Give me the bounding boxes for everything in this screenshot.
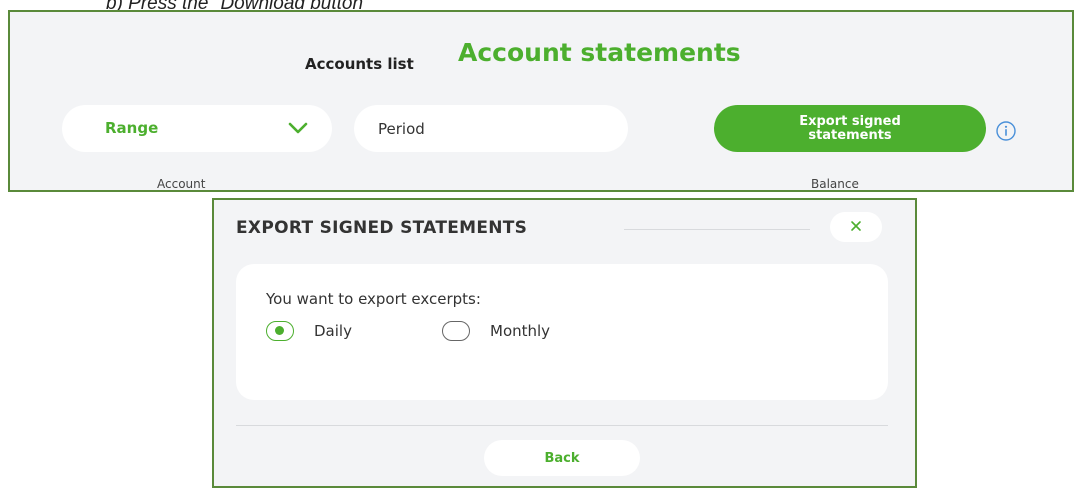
export-signed-statements-dialog: EXPORT SIGNED STATEMENTS You want to exp… [212, 198, 917, 488]
radio-option-monthly[interactable]: Monthly [442, 318, 550, 344]
tab-accounts-list[interactable]: Accounts list [305, 55, 414, 73]
radio-option-label: Monthly [490, 322, 551, 340]
radio-option-label: Daily [314, 322, 352, 340]
export-question: You want to export excerpts: [266, 290, 481, 308]
close-icon [849, 219, 863, 236]
export-options-card: You want to export excerpts: Daily Month… [236, 264, 888, 400]
export-signed-statements-button[interactable]: Export signed statements [714, 105, 986, 152]
tab-account-statements[interactable]: Account statements [458, 38, 741, 67]
back-button[interactable]: Back [484, 440, 640, 476]
column-header-balance: Balance [811, 177, 859, 191]
title-divider [624, 229, 810, 230]
range-dropdown-label: Range [105, 119, 159, 137]
radio-option-daily[interactable]: Daily [266, 318, 352, 344]
info-icon[interactable] [995, 120, 1017, 142]
period-field[interactable] [354, 105, 628, 152]
radio-unselected-icon[interactable] [442, 321, 470, 341]
radio-selected-icon[interactable] [266, 321, 294, 341]
range-dropdown[interactable]: Range [62, 105, 332, 152]
footer-divider [236, 425, 888, 426]
period-input[interactable] [376, 116, 610, 142]
statements-panel: Accounts list Account statements Range E… [8, 10, 1074, 192]
column-header-account: Account [157, 177, 206, 191]
close-button[interactable] [830, 212, 882, 242]
chevron-down-icon [286, 116, 310, 140]
dialog-title: EXPORT SIGNED STATEMENTS [236, 218, 528, 238]
